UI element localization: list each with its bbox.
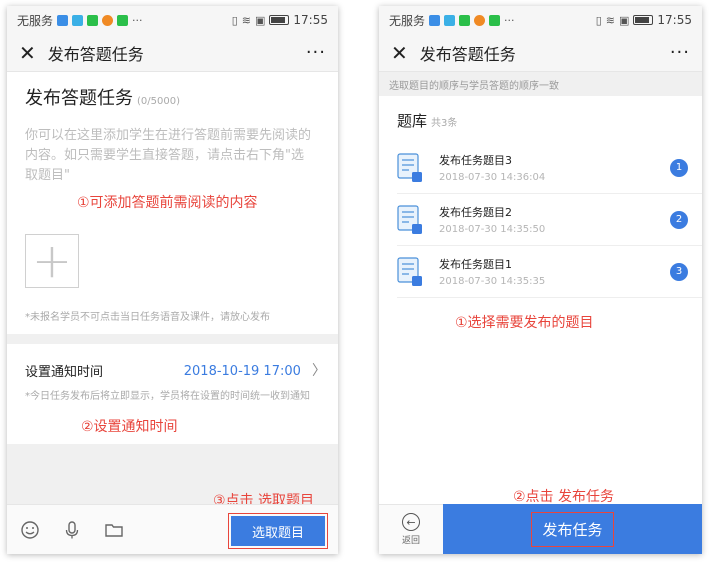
more-notifications-icon: ···	[504, 13, 515, 27]
wechat-icon	[87, 14, 99, 26]
microphone-icon[interactable]	[61, 519, 83, 541]
bottom-bar: ← 返回 发布任务	[379, 504, 702, 554]
question-name: 发布任务题目3	[439, 154, 512, 167]
back-label: 返回	[401, 536, 420, 546]
question-item[interactable]: 发布任务题目3 2018-07-30 14:36:04 1	[397, 142, 702, 194]
order-badge: 3	[670, 262, 688, 281]
carrier-label: 无服务	[17, 13, 54, 28]
nav-bar: ✕ 发布答题任务 ···	[379, 34, 702, 72]
notify-section: 设置通知时间 2018-10-19 17:00 〉 *今日任务发布后将立即显示，…	[7, 344, 338, 444]
notification-icon	[102, 14, 114, 26]
question-item[interactable]: 发布任务题目1 2018-07-30 14:35:35 3	[397, 246, 702, 298]
folder-icon[interactable]	[103, 519, 125, 541]
order-badge: 1	[670, 158, 688, 177]
notification-icon	[57, 14, 69, 26]
task-editor: 发布答题任务 (0/5000) 你可以在这里添加学生在进行答题前需要先阅读的内容…	[7, 72, 338, 334]
question-bank-title: 题库	[397, 112, 428, 130]
question-list: 发布任务题目3 2018-07-30 14:36:04 1 发布任务题目2 2018-0…	[379, 142, 702, 298]
close-icon[interactable]: ✕	[19, 41, 36, 65]
order-badge: 2	[670, 210, 688, 229]
question-bank-header: 题库 共3条	[379, 96, 702, 142]
task-note: *未报名学员不可点击当日任务语音及课件，请放心发布	[25, 312, 270, 323]
plus-icon: +	[31, 233, 73, 289]
sim-icon: ▣	[255, 13, 266, 27]
vibrate-icon: ▯	[231, 13, 238, 27]
publish-task-button[interactable]: 发布任务	[531, 511, 614, 547]
sim-icon: ▣	[619, 13, 630, 27]
clock: 17:55	[657, 13, 692, 27]
more-menu-button[interactable]: ···	[306, 42, 326, 63]
notification-icon	[474, 14, 486, 26]
close-icon[interactable]: ✕	[391, 41, 408, 65]
nav-bar: ✕ 发布答题任务 ···	[7, 34, 338, 72]
carrier-label: 无服务	[389, 13, 426, 28]
wifi-icon: ≋	[241, 13, 251, 27]
battery-icon	[633, 15, 654, 25]
notify-time-label: 设置通知时间	[25, 364, 104, 380]
task-title: 发布答题任务	[25, 88, 133, 109]
question-time: 2018-07-30 14:35:35	[439, 276, 546, 287]
more-notifications-icon: ···	[132, 13, 143, 27]
page-title: 发布答题任务	[47, 44, 144, 64]
question-time: 2018-07-30 14:35:50	[439, 224, 546, 235]
wechat-icon	[117, 14, 129, 26]
order-hint: 选取题目的顺序与学员答题的顺序一致	[379, 72, 702, 96]
question-item[interactable]: 发布任务题目2 2018-07-30 14:35:50 2	[397, 194, 702, 246]
question-doc-icon	[397, 204, 423, 235]
notify-time-value: 2018-10-19 17:00	[183, 364, 301, 379]
notify-note: *今日任务发布后将立即显示，学员将在设置的时间统一收到通知	[25, 391, 310, 402]
add-attachment-button[interactable]: +	[25, 234, 79, 288]
right-phone-screen: 无服务 ··· ▯ ≋ ▣ 17:55 ✕ 发布答题任务 ··· 选取题目的顺序…	[379, 6, 702, 554]
question-name: 发布任务题目2	[439, 206, 512, 219]
vibrate-icon: ▯	[595, 13, 602, 27]
annotation-publish: ②点击 发布任务	[513, 489, 615, 505]
question-doc-icon	[397, 152, 423, 183]
divider	[7, 334, 338, 344]
left-phone-screen: 无服务 ··· ▯ ≋ ▣ 17:55 ✕ 发布答题任务 ··· 发布答题任务 …	[7, 6, 338, 554]
notification-icon	[72, 14, 84, 26]
empty-area: ③点击 选取题目	[7, 444, 338, 509]
battery-icon	[269, 15, 290, 25]
more-menu-button[interactable]: ···	[670, 42, 690, 63]
select-button-highlight: 选取题目	[228, 513, 328, 549]
publish-bar: 发布任务	[443, 504, 702, 554]
question-name: 发布任务题目1	[439, 258, 512, 271]
char-counter: (0/5000)	[137, 96, 180, 107]
notification-icon	[444, 14, 456, 26]
emoji-icon[interactable]	[19, 519, 41, 541]
question-doc-icon	[397, 256, 423, 287]
wifi-icon: ≋	[605, 13, 615, 27]
content-textarea[interactable]: 你可以在这里添加学生在进行答题前需要先阅读的内容。如只需要学生直接答题，请点击右…	[25, 126, 313, 186]
question-time: 2018-07-30 14:36:04	[439, 172, 546, 183]
back-button[interactable]: ← 返回	[379, 504, 443, 554]
page-title: 发布答题任务	[419, 44, 516, 64]
question-bank-count: 共3条	[431, 118, 458, 129]
annotation-choose-questions: ①选择需要发布的题目	[455, 315, 594, 331]
select-questions-button[interactable]: 选取题目	[231, 516, 325, 546]
clock: 17:55	[293, 13, 328, 27]
bottom-toolbar: 选取题目	[7, 504, 338, 554]
annotation-add-content: ①可添加答题前需阅读的内容	[77, 195, 258, 211]
notification-icon	[429, 14, 441, 26]
annotation-set-time: ②设置通知时间	[81, 419, 178, 435]
wechat-icon	[489, 14, 501, 26]
back-arrow-icon: ←	[402, 513, 420, 531]
status-bar: 无服务 ··· ▯ ≋ ▣ 17:55	[7, 6, 338, 34]
notify-time-row[interactable]: 设置通知时间 2018-10-19 17:00 〉	[25, 360, 326, 380]
wechat-icon	[459, 14, 471, 26]
status-bar: 无服务 ··· ▯ ≋ ▣ 17:55	[379, 6, 702, 34]
chevron-right-icon: 〉	[312, 363, 326, 379]
